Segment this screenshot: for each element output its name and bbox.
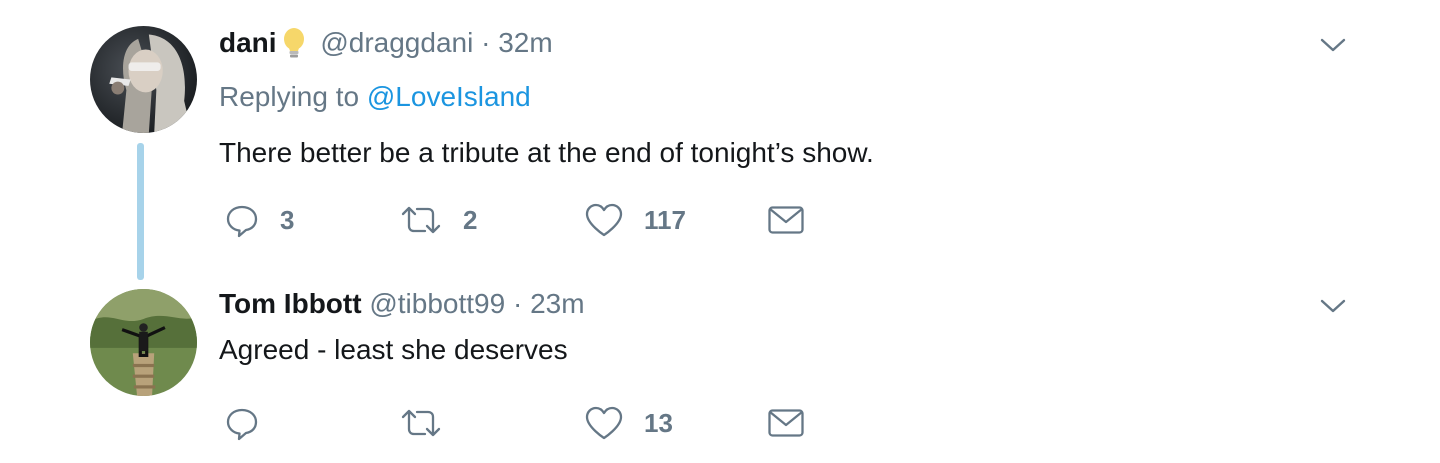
tweet-actions: 13	[219, 403, 839, 443]
tweet[interactable]: Tom Ibbott @tibbott99 · 23m Agreed - lea…	[0, 283, 1440, 463]
tweet-actions: 3 2 117	[219, 200, 839, 240]
like-count: 13	[644, 407, 673, 438]
heart-icon	[585, 203, 623, 237]
reply-icon	[226, 408, 258, 441]
envelope-icon	[768, 409, 804, 437]
avatar[interactable]	[90, 26, 197, 133]
direct-message-button[interactable]	[767, 403, 805, 443]
reply-icon	[226, 205, 258, 238]
heart-icon	[585, 406, 623, 440]
replying-label: Replying to	[219, 81, 360, 112]
tweet-text: Agreed - least she deserves	[219, 334, 568, 365]
retweet-button[interactable]	[399, 403, 463, 443]
timestamp[interactable]: 23m	[530, 288, 584, 319]
replying-to: Replying to @LoveIsland	[219, 80, 531, 114]
chevron-down-icon[interactable]	[1318, 295, 1348, 317]
like-button[interactable]: 13	[584, 403, 673, 443]
envelope-icon	[768, 206, 804, 234]
chevron-down-icon[interactable]	[1318, 34, 1348, 56]
light-bulb-icon	[281, 26, 307, 60]
reply-button[interactable]	[224, 403, 280, 443]
retweet-icon	[401, 409, 441, 437]
tweet-header: Tom Ibbott @tibbott99 · 23m	[219, 287, 585, 321]
display-name[interactable]: Tom Ibbott	[219, 288, 362, 319]
avatar-image	[90, 26, 197, 133]
tweet-text: There better be a tribute at the end of …	[219, 137, 874, 168]
display-name[interactable]: dani	[219, 27, 277, 58]
retweet-count: 2	[463, 204, 478, 235]
reply-count: 3	[280, 204, 295, 235]
tweet[interactable]: dani @draggdani · 32m Replying to @LoveI…	[0, 0, 1440, 270]
separator: ·	[512, 288, 523, 319]
separator: ·	[481, 27, 491, 58]
tweet-header: dani @draggdani · 32m	[219, 26, 553, 60]
retweet-button[interactable]: 2	[399, 200, 477, 240]
avatar[interactable]	[90, 289, 197, 396]
like-button[interactable]: 117	[584, 200, 686, 240]
like-count: 117	[644, 204, 686, 235]
handle[interactable]: @tibbott99	[369, 288, 505, 319]
handle[interactable]: @draggdani	[320, 27, 473, 58]
mention-link[interactable]: @LoveIsland	[367, 81, 531, 112]
direct-message-button[interactable]	[767, 200, 805, 240]
retweet-icon	[401, 206, 441, 234]
avatar-image	[90, 289, 197, 396]
timestamp[interactable]: 32m	[498, 27, 552, 58]
reply-button[interactable]: 3	[224, 200, 294, 240]
